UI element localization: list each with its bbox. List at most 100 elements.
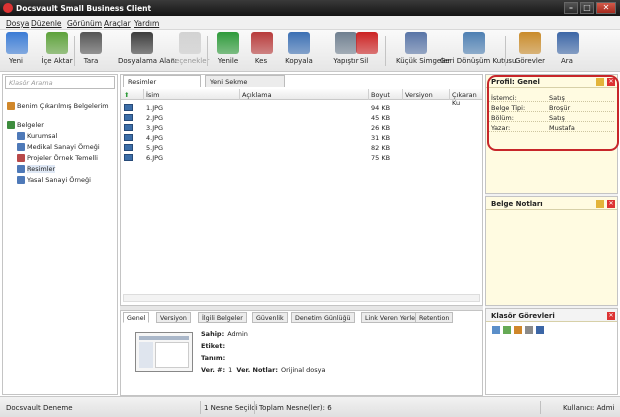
menu-bar: Dosya Düzenle Görünüm Araçlar Yardım	[0, 16, 620, 30]
ara-button[interactable]: Ara	[557, 32, 579, 65]
status-user: Kullanıcı: Admi	[563, 404, 615, 412]
task-actions	[492, 326, 544, 336]
file-size: 82 KB	[371, 144, 391, 152]
import-icon	[46, 32, 68, 54]
tasks-icon	[519, 32, 541, 54]
menu-gorunum[interactable]: Görünüm	[67, 19, 102, 28]
tab-ilgili-belgeler[interactable]: İlgili Belgeler	[198, 312, 247, 323]
edit-task-icon[interactable]	[503, 326, 511, 334]
new-doc-icon	[6, 32, 28, 54]
horizontal-scrollbar[interactable]	[123, 294, 480, 302]
menu-dosya[interactable]: Dosya	[6, 19, 29, 28]
toolbar-button-label: Görevler	[515, 57, 546, 65]
minimize-button[interactable]: –	[564, 2, 578, 14]
tree-item-yasal-sanayi-ornegi[interactable]: Yasal Sanayi Örneği	[17, 176, 91, 184]
sil-button[interactable]: Sil	[356, 32, 378, 65]
file-name: 1.JPG	[146, 104, 164, 112]
refresh-icon	[217, 32, 239, 54]
tree-item-kurumsal[interactable]: Kurumsal	[17, 132, 57, 140]
close-panel-icon[interactable]: ✕	[607, 312, 615, 320]
close-button[interactable]: ✕	[596, 2, 616, 14]
app-icon	[3, 3, 13, 13]
folder-icon	[17, 154, 25, 162]
tab-label: Yeni Sekme	[210, 78, 248, 86]
tree-item-medikal-sanayi-ornegi[interactable]: Medikal Sanayi Örneği	[17, 143, 100, 151]
folder-icon	[17, 143, 25, 151]
yenile-button[interactable]: Yenile	[216, 32, 240, 65]
toolbar-button-label: Tara	[83, 57, 99, 65]
column-name[interactable]: İsim	[146, 91, 159, 99]
column-description[interactable]: Açıklama	[242, 91, 272, 99]
filing-cabinet-icon	[131, 32, 153, 54]
tab-retention[interactable]: Retention	[415, 312, 454, 323]
tab-label: Güvenlik	[256, 314, 284, 322]
tab-resimler[interactable]: Resimler	[123, 75, 201, 87]
kucuk-simgeler-button[interactable]: Küçük Simgeler	[396, 32, 451, 65]
tree-item-resimler[interactable]: Resimler	[17, 165, 56, 173]
up-folder-icon[interactable]: ⬆	[124, 91, 129, 99]
tree-item-benim-cikarilmis-belgelerim[interactable]: Benim Çıkarılmış Belgelerim	[7, 102, 109, 110]
toolbar-button-label: Kopyala	[285, 57, 313, 65]
dosyalama-alani-button[interactable]: Dosyalama Alanı	[118, 32, 177, 65]
status-app-name: Docsvault Deneme	[6, 404, 73, 412]
file-name: 2.JPG	[146, 114, 164, 122]
kes-button[interactable]: Kes	[251, 32, 273, 65]
file-name: 3.JPG	[146, 124, 164, 132]
menu-yardim[interactable]: Yardım	[134, 19, 159, 28]
tasks-title: Klasör Görevleri	[491, 312, 555, 320]
tab-label: İlgili Belgeler	[202, 314, 243, 322]
owner-label: Sahip:	[201, 330, 225, 338]
menu-duzenle[interactable]: Düzenle	[31, 19, 62, 28]
toolbar-button-label: Sil	[359, 57, 369, 65]
status-selection: 1 Nesne Seçildi	[204, 404, 258, 412]
small-icons-icon	[405, 32, 427, 54]
geri-donusum-kutusu-button[interactable]: Geri Dönüşüm Kutusu	[440, 32, 516, 65]
tara-button[interactable]: Tara	[80, 32, 102, 65]
table-row[interactable]: 6.JPG 75 KB	[121, 152, 482, 163]
secenekler-button[interactable]: Seçenekler	[169, 32, 211, 65]
description-label: Tanım:	[201, 354, 226, 362]
ice-aktar-button[interactable]: İçe Aktar	[40, 32, 74, 65]
tree-item-label: Projeler Örnek Temelli	[27, 154, 98, 162]
toolbar-button-label: İçe Aktar	[41, 57, 73, 65]
close-panel-icon[interactable]: ✕	[607, 200, 615, 208]
file-size: 26 KB	[371, 124, 391, 132]
title-bar: Docsvault Small Business Client – □ ✕	[0, 0, 620, 16]
yeni-button[interactable]: Yeni	[6, 32, 28, 65]
details-pane: Genel Versiyon İlgili Belgeler Güvenlik Dene…	[120, 310, 483, 396]
tab-genel[interactable]: Genel	[123, 312, 150, 323]
refresh-task-icon[interactable]	[536, 326, 544, 334]
file-size: 75 KB	[371, 154, 391, 162]
column-version[interactable]: Versiyon	[405, 91, 433, 99]
menu-araclar[interactable]: Araçlar	[104, 19, 131, 28]
gorevler-button[interactable]: Görevler	[515, 32, 545, 65]
folder-search-input[interactable]: Klasör Arama	[5, 76, 115, 89]
tab-denetim-gunlugu[interactable]: Denetim Günlüğü	[291, 312, 355, 323]
tab-guvenlik[interactable]: Güvenlik	[252, 312, 288, 323]
options-icon	[179, 32, 201, 54]
tree-item-belgeler[interactable]: Belgeler	[7, 121, 44, 129]
tab-link-veren-yerler[interactable]: Link Veren Yerler	[361, 312, 422, 323]
file-name: 5.JPG	[146, 144, 164, 152]
toolbar-button-label: Küçük Simgeler	[396, 57, 451, 65]
image-file-icon	[124, 134, 133, 141]
tree-item-label: Yasal Sanayi Örneği	[27, 176, 91, 184]
kopyala-button[interactable]: Kopyala	[283, 32, 315, 65]
maximize-button[interactable]: □	[580, 2, 594, 14]
notes-title: Belge Notları	[491, 200, 543, 208]
tree-item-projeler-ornek-temelli[interactable]: Projeler Örnek Temelli	[17, 154, 98, 162]
version-notes-value: Orijinal dosya	[280, 366, 326, 374]
search-binoculars-icon	[557, 32, 579, 54]
add-note-icon[interactable]	[596, 200, 604, 208]
file-size: 94 KB	[371, 104, 391, 112]
tag-label: Etiket:	[201, 342, 226, 350]
tab-yeni-sekme[interactable]: Yeni Sekme	[205, 75, 285, 87]
tab-versiyon[interactable]: Versiyon	[156, 312, 191, 323]
complete-task-icon[interactable]	[514, 326, 522, 334]
filter-task-icon[interactable]	[525, 326, 533, 334]
file-name: 4.JPG	[146, 134, 164, 142]
column-size[interactable]: Boyut	[371, 91, 390, 99]
version-notes-label: Ver. Notlar:	[236, 366, 278, 374]
add-task-icon[interactable]	[492, 326, 500, 334]
toolbar-button-label: Seçenekler	[170, 57, 210, 65]
